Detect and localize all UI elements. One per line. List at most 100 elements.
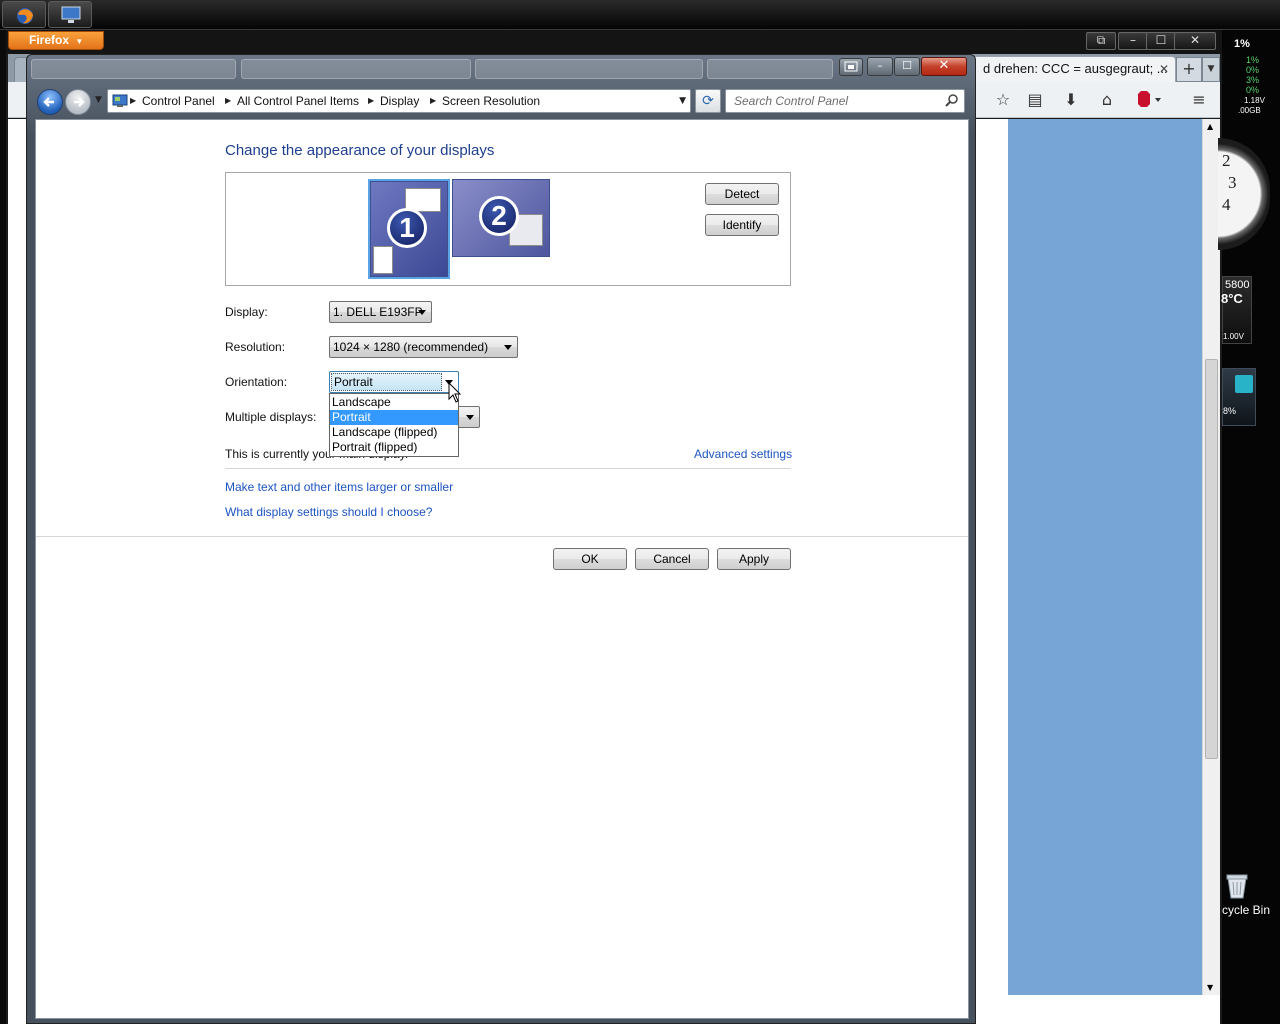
network-percent: 8% xyxy=(1223,406,1237,416)
orientation-label: Orientation: xyxy=(225,375,288,389)
adblock-icon[interactable] xyxy=(1132,90,1162,110)
search-icon[interactable] xyxy=(944,93,960,109)
star-icon[interactable]: ☆ xyxy=(992,90,1014,110)
refresh-button[interactable]: ⟳ xyxy=(695,89,721,113)
display-select[interactable]: 1. DELL E193FP xyxy=(329,301,432,323)
firefox-menu-button[interactable]: Firefox ▼ xyxy=(8,31,104,50)
identify-button[interactable]: Identify xyxy=(705,214,779,236)
monitor-number: 2 xyxy=(479,196,519,236)
clock-number: 4 xyxy=(1222,195,1231,214)
multiple-displays-label: Multiple displays: xyxy=(225,410,317,424)
back-button[interactable] xyxy=(37,89,63,115)
firefox-maximize-button[interactable]: ☐ xyxy=(1146,32,1176,50)
orientation-dropdown-list: Landscape Portrait Landscape (flipped) P… xyxy=(329,393,459,457)
list-tabs-button[interactable]: ▼ xyxy=(1202,57,1220,82)
text-size-link[interactable]: Make text and other items larger or smal… xyxy=(225,480,453,494)
ok-button[interactable]: OK xyxy=(553,548,627,570)
reading-list-icon[interactable]: ▤ xyxy=(1024,90,1046,110)
desktop-gadgets: 1% 1% 0% 3% 0% 1.18V .00GB 2 3 4 5800 8°… xyxy=(1218,30,1280,1024)
monitor-1[interactable]: 1 xyxy=(368,179,450,279)
chevron-down-icon xyxy=(466,415,474,420)
breadcrumb-arrow-icon[interactable]: ▶ xyxy=(368,90,374,112)
breadcrumb-arrow-icon[interactable]: ▶ xyxy=(430,90,436,112)
monitor-number: 1 xyxy=(387,208,427,248)
clock-number: 2 xyxy=(1222,151,1231,170)
chevron-down-icon: ▼ xyxy=(75,37,84,46)
recycle-bin-label[interactable]: cycle Bin xyxy=(1222,903,1270,917)
recycle-bin-icon[interactable] xyxy=(1224,872,1250,900)
close-icon[interactable]: ✕ xyxy=(1159,57,1169,81)
orientation-select[interactable]: Portrait xyxy=(329,371,459,393)
clock-number: 3 xyxy=(1228,173,1237,192)
taskbar-control-panel-button[interactable] xyxy=(48,1,92,28)
cpu-core-value: 0% xyxy=(1246,85,1260,95)
monitor-arrangement: 1 2 Detect Identify xyxy=(225,172,791,286)
address-bar[interactable]: ▶ Control Panel ▶ All Control Panel Item… xyxy=(107,89,691,113)
resolution-select-value: 1024 × 1280 (recommended) xyxy=(333,340,489,354)
breadcrumb-screen-resolution[interactable]: Screen Resolution xyxy=(442,90,540,112)
firefox-menu-label: Firefox xyxy=(29,33,70,47)
scroll-up-icon[interactable]: ▲ xyxy=(1207,122,1213,131)
background-tab-ghost xyxy=(31,59,236,79)
orientation-select-value: Portrait xyxy=(331,373,442,391)
clock-numbers: 2 3 4 xyxy=(1222,150,1237,216)
cpu-cores: 1% 0% 3% 0% xyxy=(1246,55,1259,95)
monitor-icon xyxy=(61,6,81,23)
new-tab-button[interactable]: + xyxy=(1176,57,1202,82)
network-icon xyxy=(1235,375,1253,393)
chevron-down-icon[interactable]: ▼ xyxy=(679,90,686,112)
taskbar-firefox-button[interactable] xyxy=(2,1,46,28)
orientation-option-landscape-flipped[interactable]: Landscape (flipped) xyxy=(330,425,458,440)
breadcrumb-display[interactable]: Display xyxy=(380,90,419,112)
taskbar xyxy=(0,0,1280,30)
window-help-button[interactable] xyxy=(839,58,863,76)
breadcrumb-control-panel[interactable]: Control Panel xyxy=(142,90,215,112)
advanced-settings-link[interactable]: Advanced settings xyxy=(694,447,792,461)
firefox-scrollbar-thumb[interactable] xyxy=(1205,359,1218,759)
monitor-window-thumbnail xyxy=(373,246,393,274)
window-titlebar[interactable]: – ☐ ✕ xyxy=(27,55,975,85)
resolution-select[interactable]: 1024 × 1280 (recommended) xyxy=(329,336,518,358)
hamburger-menu-icon[interactable]: ≡ xyxy=(1188,90,1210,110)
page-title: Change the appearance of your displays xyxy=(225,142,495,159)
apply-button[interactable]: Apply xyxy=(717,548,791,570)
firefox-minimize-button[interactable]: – xyxy=(1118,32,1148,50)
display-settings-help-link[interactable]: What display settings should I choose? xyxy=(225,505,432,519)
navigation-bar: ▼ ▶ Control Panel ▶ All Control Panel It… xyxy=(31,85,971,119)
download-icon[interactable]: ⬇ xyxy=(1060,90,1082,110)
network-gadget: 8% xyxy=(1222,368,1256,426)
breadcrumb-arrow-icon[interactable]: ▶ xyxy=(130,90,136,112)
firefox-scrollbar[interactable]: ▲ ▼ xyxy=(1202,119,1220,995)
minimize-button[interactable]: – xyxy=(867,57,893,76)
minimize-icon: – xyxy=(877,59,883,72)
display-select-value: 1. DELL E193FP xyxy=(333,305,423,319)
forward-button[interactable] xyxy=(65,89,91,115)
cancel-button[interactable]: Cancel xyxy=(635,548,709,570)
gpu-voltage: 1.00V xyxy=(1223,332,1244,341)
firefox-close-button[interactable]: ✕ xyxy=(1174,32,1216,50)
chevron-down-icon xyxy=(504,345,512,350)
orientation-option-portrait[interactable]: Portrait xyxy=(330,410,458,425)
recent-pages-button[interactable]: ▼ xyxy=(95,95,102,105)
breadcrumb-arrow-icon[interactable]: ▶ xyxy=(225,90,231,112)
breadcrumb-all-items[interactable]: All Control Panel Items xyxy=(237,90,359,112)
firefox-restore-tabs-button[interactable]: ⧉ xyxy=(1086,32,1116,50)
window-switch-icon xyxy=(844,61,858,72)
scroll-down-icon[interactable]: ▼ xyxy=(1207,983,1213,992)
close-button[interactable]: ✕ xyxy=(921,57,967,76)
divider xyxy=(36,536,968,537)
maximize-button[interactable]: ☐ xyxy=(894,57,920,76)
divider xyxy=(225,468,791,469)
home-icon[interactable]: ⌂ xyxy=(1096,90,1118,110)
content-pane: Change the appearance of your displays 1… xyxy=(35,119,969,1019)
detect-button[interactable]: Detect xyxy=(705,183,779,205)
search-box[interactable]: Search Control Panel xyxy=(725,89,965,113)
monitor-2[interactable]: 2 xyxy=(452,179,550,257)
mouse-cursor-icon xyxy=(448,382,462,403)
window-restore-icon: ⧉ xyxy=(1096,33,1106,47)
maximize-icon: ☐ xyxy=(902,59,912,72)
refresh-icon: ⟳ xyxy=(702,93,714,109)
orientation-option-landscape[interactable]: Landscape xyxy=(330,395,458,410)
firefox-active-tab[interactable]: d drehen: CCC = ausgegraut; ... ✕ xyxy=(970,56,1176,82)
orientation-option-portrait-flipped[interactable]: Portrait (flipped) xyxy=(330,440,458,455)
